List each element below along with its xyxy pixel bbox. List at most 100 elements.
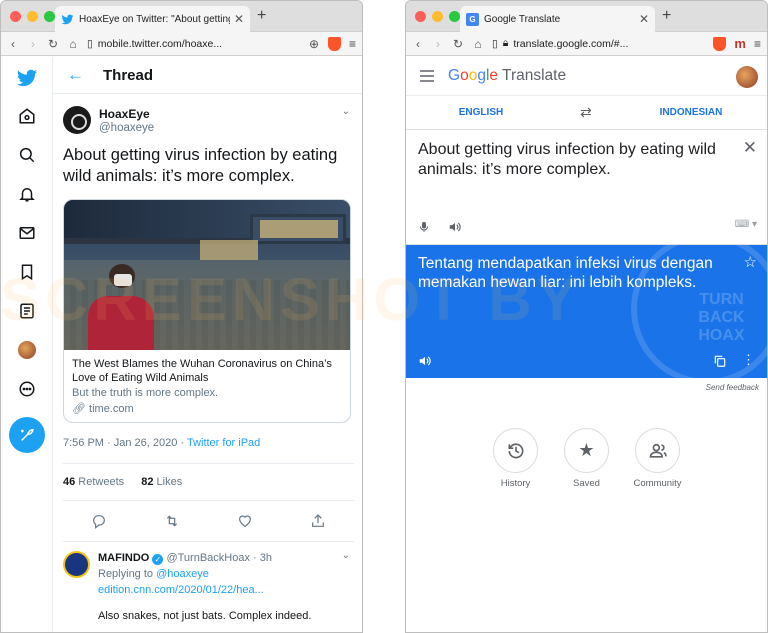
likes-stat[interactable]: 82 Likes bbox=[141, 476, 182, 488]
lists-icon[interactable] bbox=[16, 300, 38, 322]
reply-icon[interactable] bbox=[91, 513, 107, 529]
home-nav-icon[interactable] bbox=[16, 105, 38, 127]
history-button[interactable]: History bbox=[493, 428, 538, 489]
add-icon[interactable]: ⊕ bbox=[308, 37, 320, 51]
browser-toolbar: ‹ › ↻ ⌂ ▯ mobile.twitter.com/hoaxe... ⊕ … bbox=[1, 32, 362, 56]
saved-button[interactable]: ★ Saved bbox=[564, 428, 609, 489]
keyboard-icon[interactable]: ⌨ ▾ bbox=[735, 219, 757, 230]
forward-icon[interactable]: › bbox=[27, 37, 39, 51]
menu-icon[interactable]: ≡ bbox=[754, 37, 761, 51]
reply-text: Also snakes, not just bats. Complex inde… bbox=[98, 610, 312, 622]
source-language-button[interactable]: ENGLISH bbox=[406, 107, 556, 118]
reply-link[interactable]: edition.cnn.com/2020/01/22/hea... bbox=[98, 582, 354, 598]
retweet-icon[interactable] bbox=[164, 513, 180, 529]
share-icon[interactable] bbox=[310, 513, 326, 529]
profile-avatar-icon[interactable] bbox=[16, 339, 38, 361]
replying-to-label: Replying to bbox=[98, 568, 157, 580]
clear-text-icon[interactable]: ✕ bbox=[743, 138, 757, 158]
main-tweet: HoaxEye @hoaxeye ⌄ About getting virus i… bbox=[53, 94, 362, 542]
replying-to-handle[interactable]: @hoaxeye bbox=[156, 568, 209, 580]
save-star-icon[interactable]: ☆ bbox=[744, 253, 757, 271]
reply-avatar[interactable] bbox=[63, 551, 90, 578]
reply-content: MAFINDO ✓ @TurnBackHoax · 3h Replying to… bbox=[98, 550, 354, 624]
reply-handle[interactable]: @TurnBackHoax · 3h bbox=[166, 552, 272, 564]
community-button[interactable]: Community bbox=[633, 428, 682, 489]
copy-icon[interactable] bbox=[713, 354, 727, 368]
brave-shield-icon[interactable] bbox=[713, 36, 727, 51]
swap-languages-icon[interactable]: ⇄ bbox=[556, 104, 616, 121]
window-controls bbox=[415, 11, 460, 22]
chevron-down-icon[interactable]: ⌄ bbox=[342, 106, 350, 117]
bookmark-icon[interactable]: ▯ bbox=[492, 38, 498, 50]
close-tab-icon[interactable]: ✕ bbox=[234, 12, 244, 26]
twitter-logo-icon[interactable] bbox=[16, 67, 38, 89]
back-icon[interactable]: ‹ bbox=[7, 37, 19, 51]
logo-word: Translate bbox=[502, 66, 567, 84]
notifications-bell-icon[interactable] bbox=[16, 183, 38, 205]
source-tools bbox=[418, 220, 462, 234]
bookmark-icon[interactable]: ▯ bbox=[87, 38, 93, 50]
messages-mail-icon[interactable] bbox=[16, 222, 38, 244]
extension-m-icon[interactable]: m bbox=[734, 36, 746, 51]
translate-header: Google Translate bbox=[406, 56, 767, 96]
brave-shield-icon[interactable] bbox=[327, 36, 341, 51]
maximize-window-button[interactable] bbox=[44, 11, 55, 22]
home-icon[interactable]: ⌂ bbox=[472, 37, 484, 51]
likes-label: Likes bbox=[153, 476, 183, 488]
speaker-icon[interactable] bbox=[448, 220, 462, 234]
source-text[interactable]: About getting virus infection by eating … bbox=[418, 140, 736, 180]
more-options-icon[interactable] bbox=[16, 378, 38, 400]
minimize-window-button[interactable] bbox=[432, 11, 443, 22]
source-input-area[interactable]: About getting virus infection by eating … bbox=[406, 130, 767, 245]
microphone-icon[interactable] bbox=[418, 220, 430, 234]
retweet-count: 46 bbox=[63, 476, 76, 488]
reload-icon[interactable]: ↻ bbox=[452, 37, 464, 51]
star-icon: ★ bbox=[564, 428, 609, 473]
minimize-window-button[interactable] bbox=[27, 11, 38, 22]
account-avatar[interactable] bbox=[736, 66, 758, 88]
retweets-stat[interactable]: 46 Retweets bbox=[63, 476, 124, 488]
card-image bbox=[64, 200, 350, 350]
forward-icon[interactable]: › bbox=[432, 37, 444, 51]
compose-tweet-button[interactable] bbox=[9, 417, 45, 453]
author-name[interactable]: HoaxEye bbox=[99, 107, 154, 121]
maximize-window-button[interactable] bbox=[449, 11, 460, 22]
browser-tab[interactable]: HoaxEye on Twitter: "About getting ✕ bbox=[55, 6, 250, 32]
tweet-source[interactable]: Twitter for iPad bbox=[187, 437, 260, 449]
listen-speaker-icon[interactable] bbox=[418, 354, 432, 368]
verified-badge-icon: ✓ bbox=[152, 554, 164, 565]
back-icon[interactable]: ‹ bbox=[412, 37, 424, 51]
close-window-button[interactable] bbox=[10, 11, 21, 22]
card-title: The West Blames the Wuhan Coronavirus on… bbox=[72, 358, 332, 384]
address-bar[interactable]: ▯ mobile.twitter.com/hoaxe... bbox=[87, 38, 300, 50]
send-feedback-link[interactable]: Send feedback bbox=[406, 378, 767, 392]
home-icon[interactable]: ⌂ bbox=[67, 37, 79, 51]
tab-title: Google Translate bbox=[484, 13, 561, 25]
hamburger-menu-icon[interactable] bbox=[420, 69, 434, 82]
like-heart-icon[interactable] bbox=[237, 513, 253, 529]
tweet-time[interactable]: 7:56 PM · Jan 26, 2020 · bbox=[63, 437, 187, 449]
back-arrow-icon[interactable]: ← bbox=[67, 65, 103, 85]
link-card[interactable]: The West Blames the Wuhan Coronavirus on… bbox=[63, 199, 351, 423]
target-language-button[interactable]: INDONESIAN bbox=[616, 107, 766, 118]
google-translate-logo[interactable]: Google Translate bbox=[448, 67, 566, 85]
author-handle[interactable]: @hoaxeye bbox=[99, 122, 154, 134]
avatar[interactable] bbox=[63, 106, 91, 134]
reload-icon[interactable]: ↻ bbox=[47, 37, 59, 51]
new-tab-button[interactable]: + bbox=[257, 7, 266, 25]
browser-tab[interactable]: G Google Translate ✕ bbox=[460, 6, 655, 32]
twitter-browser-window: HoaxEye on Twitter: "About getting ✕ + ‹… bbox=[0, 0, 363, 633]
close-tab-icon[interactable]: ✕ bbox=[639, 12, 649, 26]
bookmarks-icon[interactable] bbox=[16, 261, 38, 283]
reply-chevron-down-icon[interactable]: ⌄ bbox=[342, 550, 350, 561]
more-vert-icon[interactable]: ⋮ bbox=[742, 352, 755, 368]
address-bar[interactable]: ▯ 🔒︎ translate.google.com/#... bbox=[492, 37, 705, 50]
tweet-actions bbox=[63, 501, 354, 542]
menu-icon[interactable]: ≡ bbox=[349, 37, 356, 51]
explore-search-icon[interactable] bbox=[16, 144, 38, 166]
translated-text: Tentang mendapatkan infeksi virus dengan… bbox=[418, 255, 713, 291]
new-tab-button[interactable]: + bbox=[662, 7, 671, 25]
reply-author-name[interactable]: MAFINDO bbox=[98, 552, 149, 564]
url-text: mobile.twitter.com/hoaxe... bbox=[97, 37, 223, 50]
close-window-button[interactable] bbox=[415, 11, 426, 22]
